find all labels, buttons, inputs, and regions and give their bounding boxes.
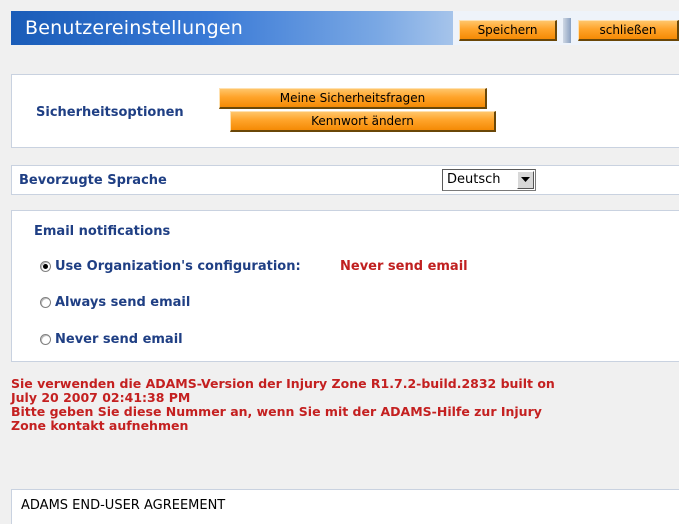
version-line-3: Bitte geben Sie diese Nummer an, wenn Si… [11, 404, 542, 419]
radio-button-always[interactable] [40, 297, 51, 308]
email-notifications-title: Email notifications [34, 224, 171, 239]
language-select-value: Deutsch [447, 172, 501, 187]
email-notifications-panel: Email notifications Use Organization's c… [11, 210, 679, 362]
language-select[interactable]: Deutsch [442, 169, 536, 191]
chevron-down-icon[interactable] [517, 171, 534, 189]
security-options-label: Sicherheitsoptionen [36, 105, 184, 120]
radio-label-org-config: Use Organization's configuration: [55, 259, 301, 274]
agreement-panel: ADAMS END-USER AGREEMENT [11, 489, 679, 524]
radio-button-org-config[interactable] [40, 261, 51, 272]
security-questions-button[interactable]: Meine Sicherheitsfragen [219, 88, 487, 109]
change-password-button[interactable]: Kennwort ändern [230, 111, 496, 132]
preferred-language-label: Bevorzugte Sprache [19, 173, 167, 188]
version-line-1: Sie verwenden die ADAMS-Version der Inju… [11, 376, 555, 391]
page-title: Benutzereinstellungen [25, 17, 243, 39]
radio-label-always: Always send email [55, 295, 191, 310]
version-message: Sie verwenden die ADAMS-Version der Inju… [11, 377, 679, 433]
close-button[interactable]: schließen [578, 20, 679, 41]
org-config-value: Never send email [340, 259, 468, 274]
toolbar-separator [563, 18, 571, 43]
version-line-2: July 20 2007 02:41:38 PM [11, 390, 191, 405]
radio-label-never: Never send email [55, 332, 183, 347]
agreement-title: ADAMS END-USER AGREEMENT [21, 498, 226, 513]
save-button[interactable]: Speichern [459, 20, 557, 41]
security-options-panel: Sicherheitsoptionen Meine Sicherheitsfra… [11, 74, 679, 148]
version-line-4: Zone kontakt aufnehmen [11, 418, 189, 433]
radio-button-never[interactable] [40, 334, 51, 345]
language-panel: Bevorzugte Sprache Deutsch [11, 165, 679, 195]
